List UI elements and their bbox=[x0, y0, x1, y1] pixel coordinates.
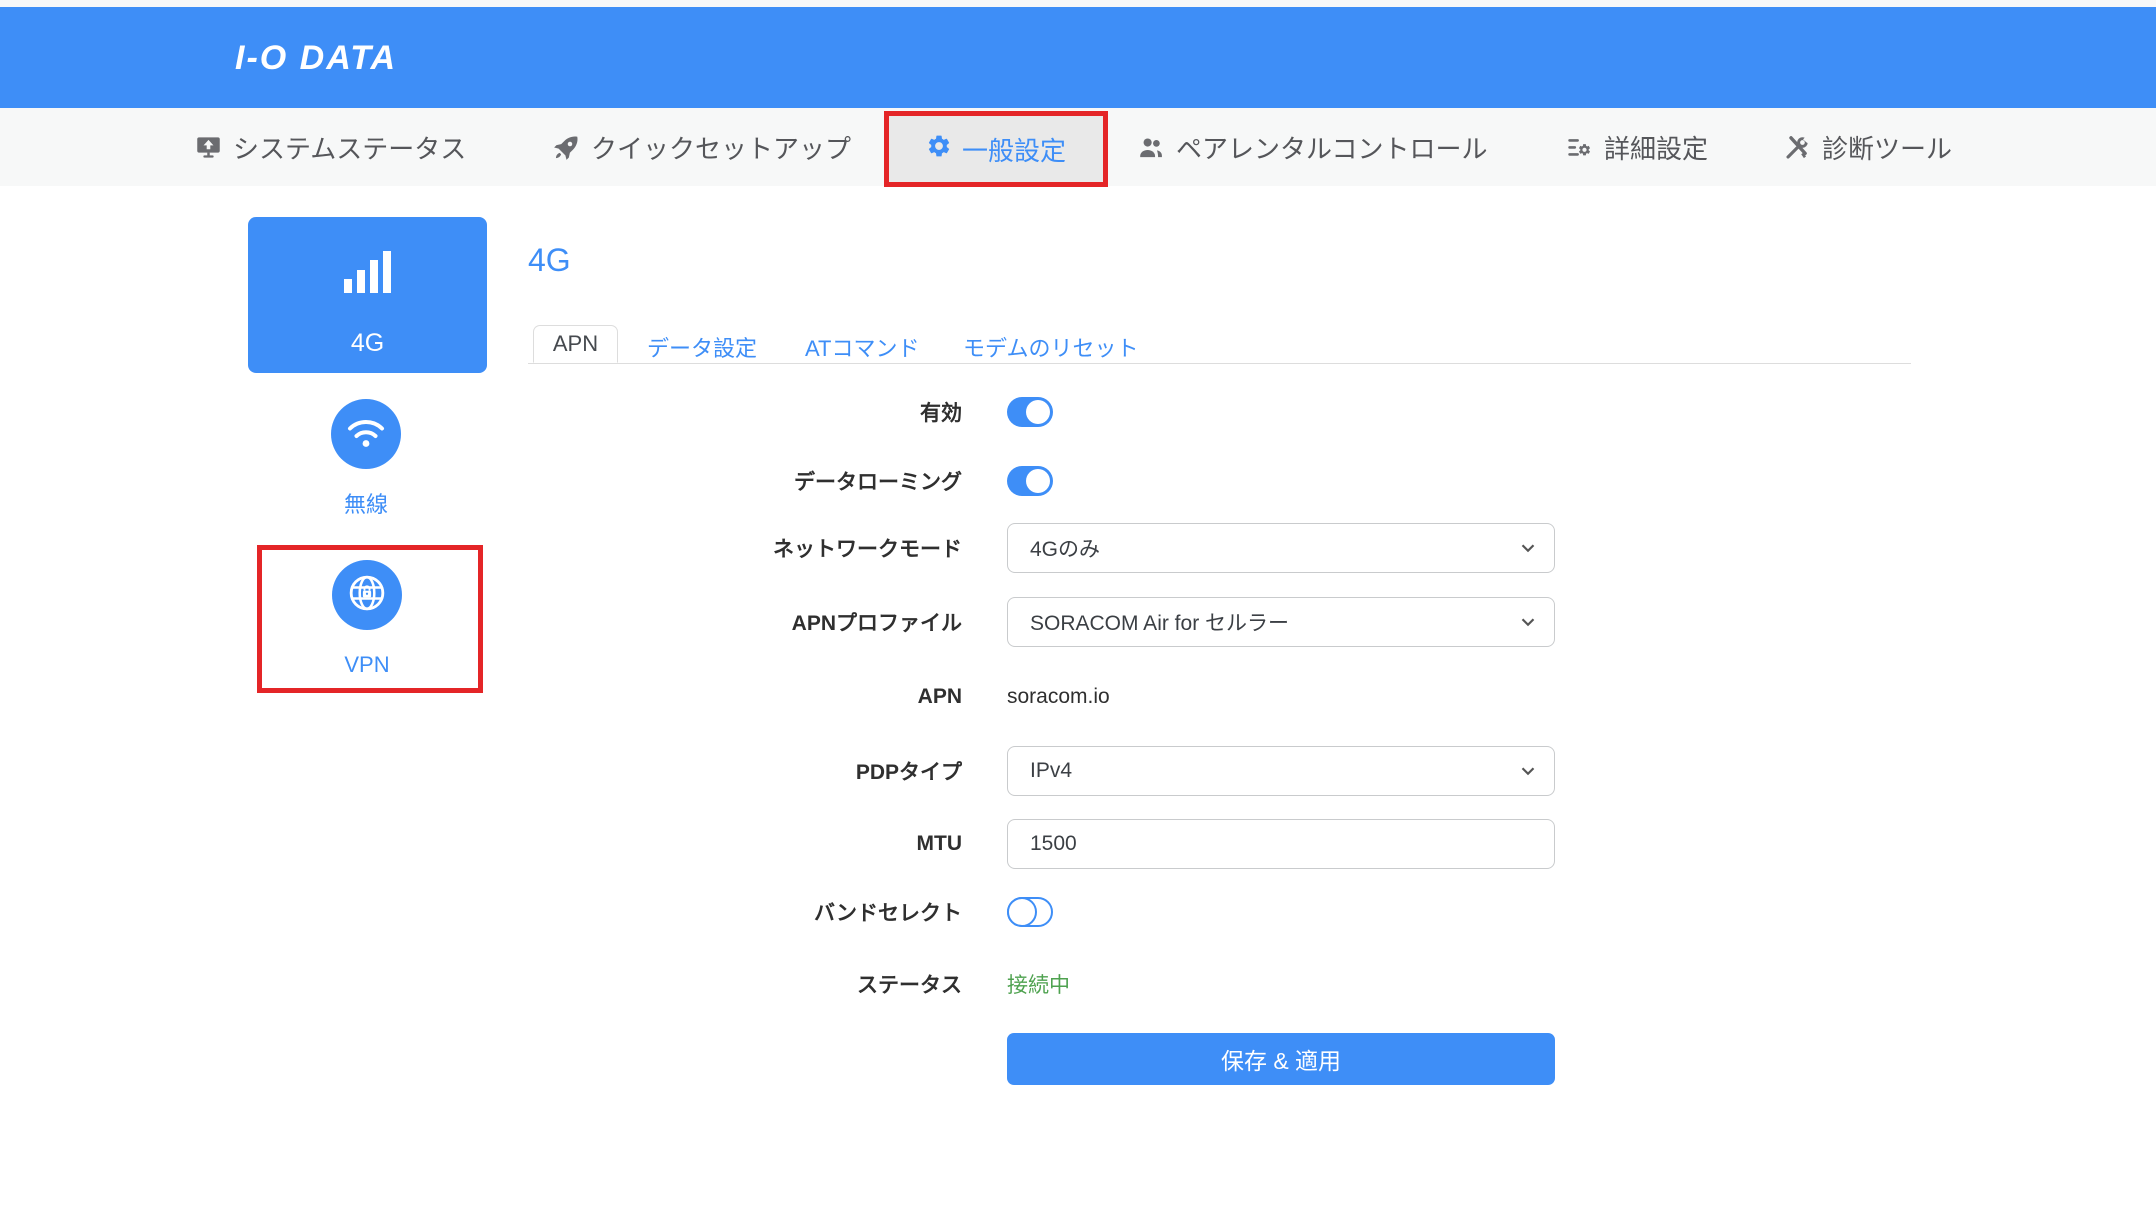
field-label: PDPタイプ bbox=[855, 761, 962, 784]
mtu-input[interactable] bbox=[1007, 819, 1555, 869]
field-label: データローミング bbox=[794, 471, 962, 494]
system-status-monitor-icon bbox=[195, 134, 222, 161]
tab-modem-reset[interactable]: モデムのリセット bbox=[963, 331, 1139, 363]
chevron-down-icon bbox=[1517, 537, 1539, 564]
advanced-settings-sliders-icon bbox=[1566, 134, 1593, 161]
header: I-O DATA bbox=[0, 7, 2156, 108]
tab-at-command[interactable]: ATコマンド bbox=[805, 331, 919, 363]
field-label: MTU bbox=[916, 832, 963, 855]
apn-value: soracom.io bbox=[1007, 685, 1110, 708]
select-value: 4Gのみ bbox=[1030, 538, 1101, 561]
general-settings-gear-icon bbox=[926, 133, 952, 166]
form-row-apn: APN soracom.io bbox=[528, 684, 1110, 710]
nav-item-advanced-settings[interactable]: 詳細設定 bbox=[1566, 108, 1708, 186]
field-label: APN bbox=[917, 685, 962, 708]
apn-profile-select[interactable]: SORACOM Air for セルラー bbox=[1007, 597, 1555, 647]
field-label: APNプロファイル bbox=[791, 612, 962, 635]
toggle-knob bbox=[1026, 469, 1050, 493]
wifi-icon bbox=[346, 415, 386, 454]
field-label: ネットワークモード bbox=[773, 538, 962, 561]
parental-control-users-icon bbox=[1137, 134, 1165, 161]
quick-setup-rocket-icon bbox=[553, 134, 580, 161]
status-value: 接続中 bbox=[1007, 974, 1070, 997]
field-label: ステータス bbox=[857, 974, 962, 997]
form-row-data-roaming: データローミング bbox=[528, 466, 1053, 496]
form-row-network-mode: ネットワークモード 4Gのみ bbox=[528, 523, 1555, 573]
sidebar-item-vpn-label[interactable]: VPN bbox=[332, 652, 402, 678]
band-select-toggle[interactable] bbox=[1007, 896, 1053, 927]
nav-item-parental-control[interactable]: ペアレンタルコントロール bbox=[1137, 108, 1487, 186]
toggle-knob bbox=[1007, 896, 1037, 927]
globe-lock-icon bbox=[348, 574, 386, 617]
nav-item-quick-setup[interactable]: クイックセットアップ bbox=[553, 108, 851, 186]
signal-bars-icon bbox=[344, 251, 392, 298]
select-value: SORACOM Air for セルラー bbox=[1030, 612, 1290, 635]
nav-item-label: 診断ツール bbox=[1822, 133, 1953, 164]
chevron-down-icon bbox=[1517, 611, 1539, 638]
nav-item-label: ペアレンタルコントロール bbox=[1176, 133, 1488, 164]
field-label: バンドセレクト bbox=[813, 902, 962, 925]
tab-data-settings[interactable]: データ設定 bbox=[647, 331, 757, 363]
page-root: I-O DATA システムステータス クイックセットアップ 一般設定 ペアレンタ… bbox=[0, 0, 2156, 1208]
nav-item-label: クイックセットアップ bbox=[591, 133, 852, 164]
network-mode-select[interactable]: 4Gのみ bbox=[1007, 523, 1555, 573]
nav-bar: システムステータス クイックセットアップ 一般設定 ペアレンタルコントロール 詳… bbox=[0, 108, 2156, 187]
select-value: IPv4 bbox=[1030, 759, 1073, 782]
nav-item-system-status[interactable]: システムステータス bbox=[195, 108, 466, 186]
enabled-toggle[interactable] bbox=[1007, 397, 1053, 427]
page-title: 4G bbox=[528, 242, 571, 278]
sidebar-item-wireless[interactable] bbox=[331, 399, 401, 469]
top-strip bbox=[0, 0, 2156, 7]
chevron-down-icon bbox=[1517, 760, 1539, 787]
sidebar-item-wireless-label[interactable]: 無線 bbox=[331, 487, 401, 519]
sidebar-item-4g[interactable]: 4G bbox=[248, 217, 487, 373]
form-row-apn-profile: APNプロファイル SORACOM Air for セルラー bbox=[528, 597, 1555, 647]
data-roaming-toggle[interactable] bbox=[1007, 466, 1053, 496]
form-row-enabled: 有効 bbox=[528, 397, 1053, 427]
sidebar-item-vpn[interactable] bbox=[332, 560, 402, 630]
tab-apn[interactable]: APN bbox=[533, 325, 618, 363]
toggle-knob bbox=[1026, 400, 1050, 424]
pdp-type-select[interactable]: IPv4 bbox=[1007, 746, 1555, 796]
diagnostic-tools-icon bbox=[1784, 134, 1811, 161]
nav-item-label: 一般設定 bbox=[961, 135, 1066, 166]
nav-item-general-settings[interactable]: 一般設定 bbox=[889, 116, 1103, 182]
nav-item-label: システムステータス bbox=[233, 133, 467, 164]
nav-item-label: 詳細設定 bbox=[1604, 133, 1709, 164]
field-label: 有効 bbox=[920, 402, 962, 425]
tab-bar: APN データ設定 ATコマンド モデムのリセット bbox=[528, 325, 1911, 364]
nav-item-diagnostic-tools[interactable]: 診断ツール bbox=[1784, 108, 1952, 186]
form-row-band-select: バンドセレクト bbox=[528, 896, 1053, 927]
form-row-pdp-type: PDPタイプ IPv4 bbox=[528, 746, 1555, 796]
form-row-status: ステータス 接続中 bbox=[528, 971, 1070, 997]
form-row-mtu: MTU bbox=[528, 819, 1555, 869]
sidebar-item-label: 4G bbox=[350, 329, 385, 357]
save-apply-button[interactable]: 保存 & 適用 bbox=[1007, 1033, 1555, 1085]
brand-logo: I-O DATA bbox=[235, 39, 398, 77]
